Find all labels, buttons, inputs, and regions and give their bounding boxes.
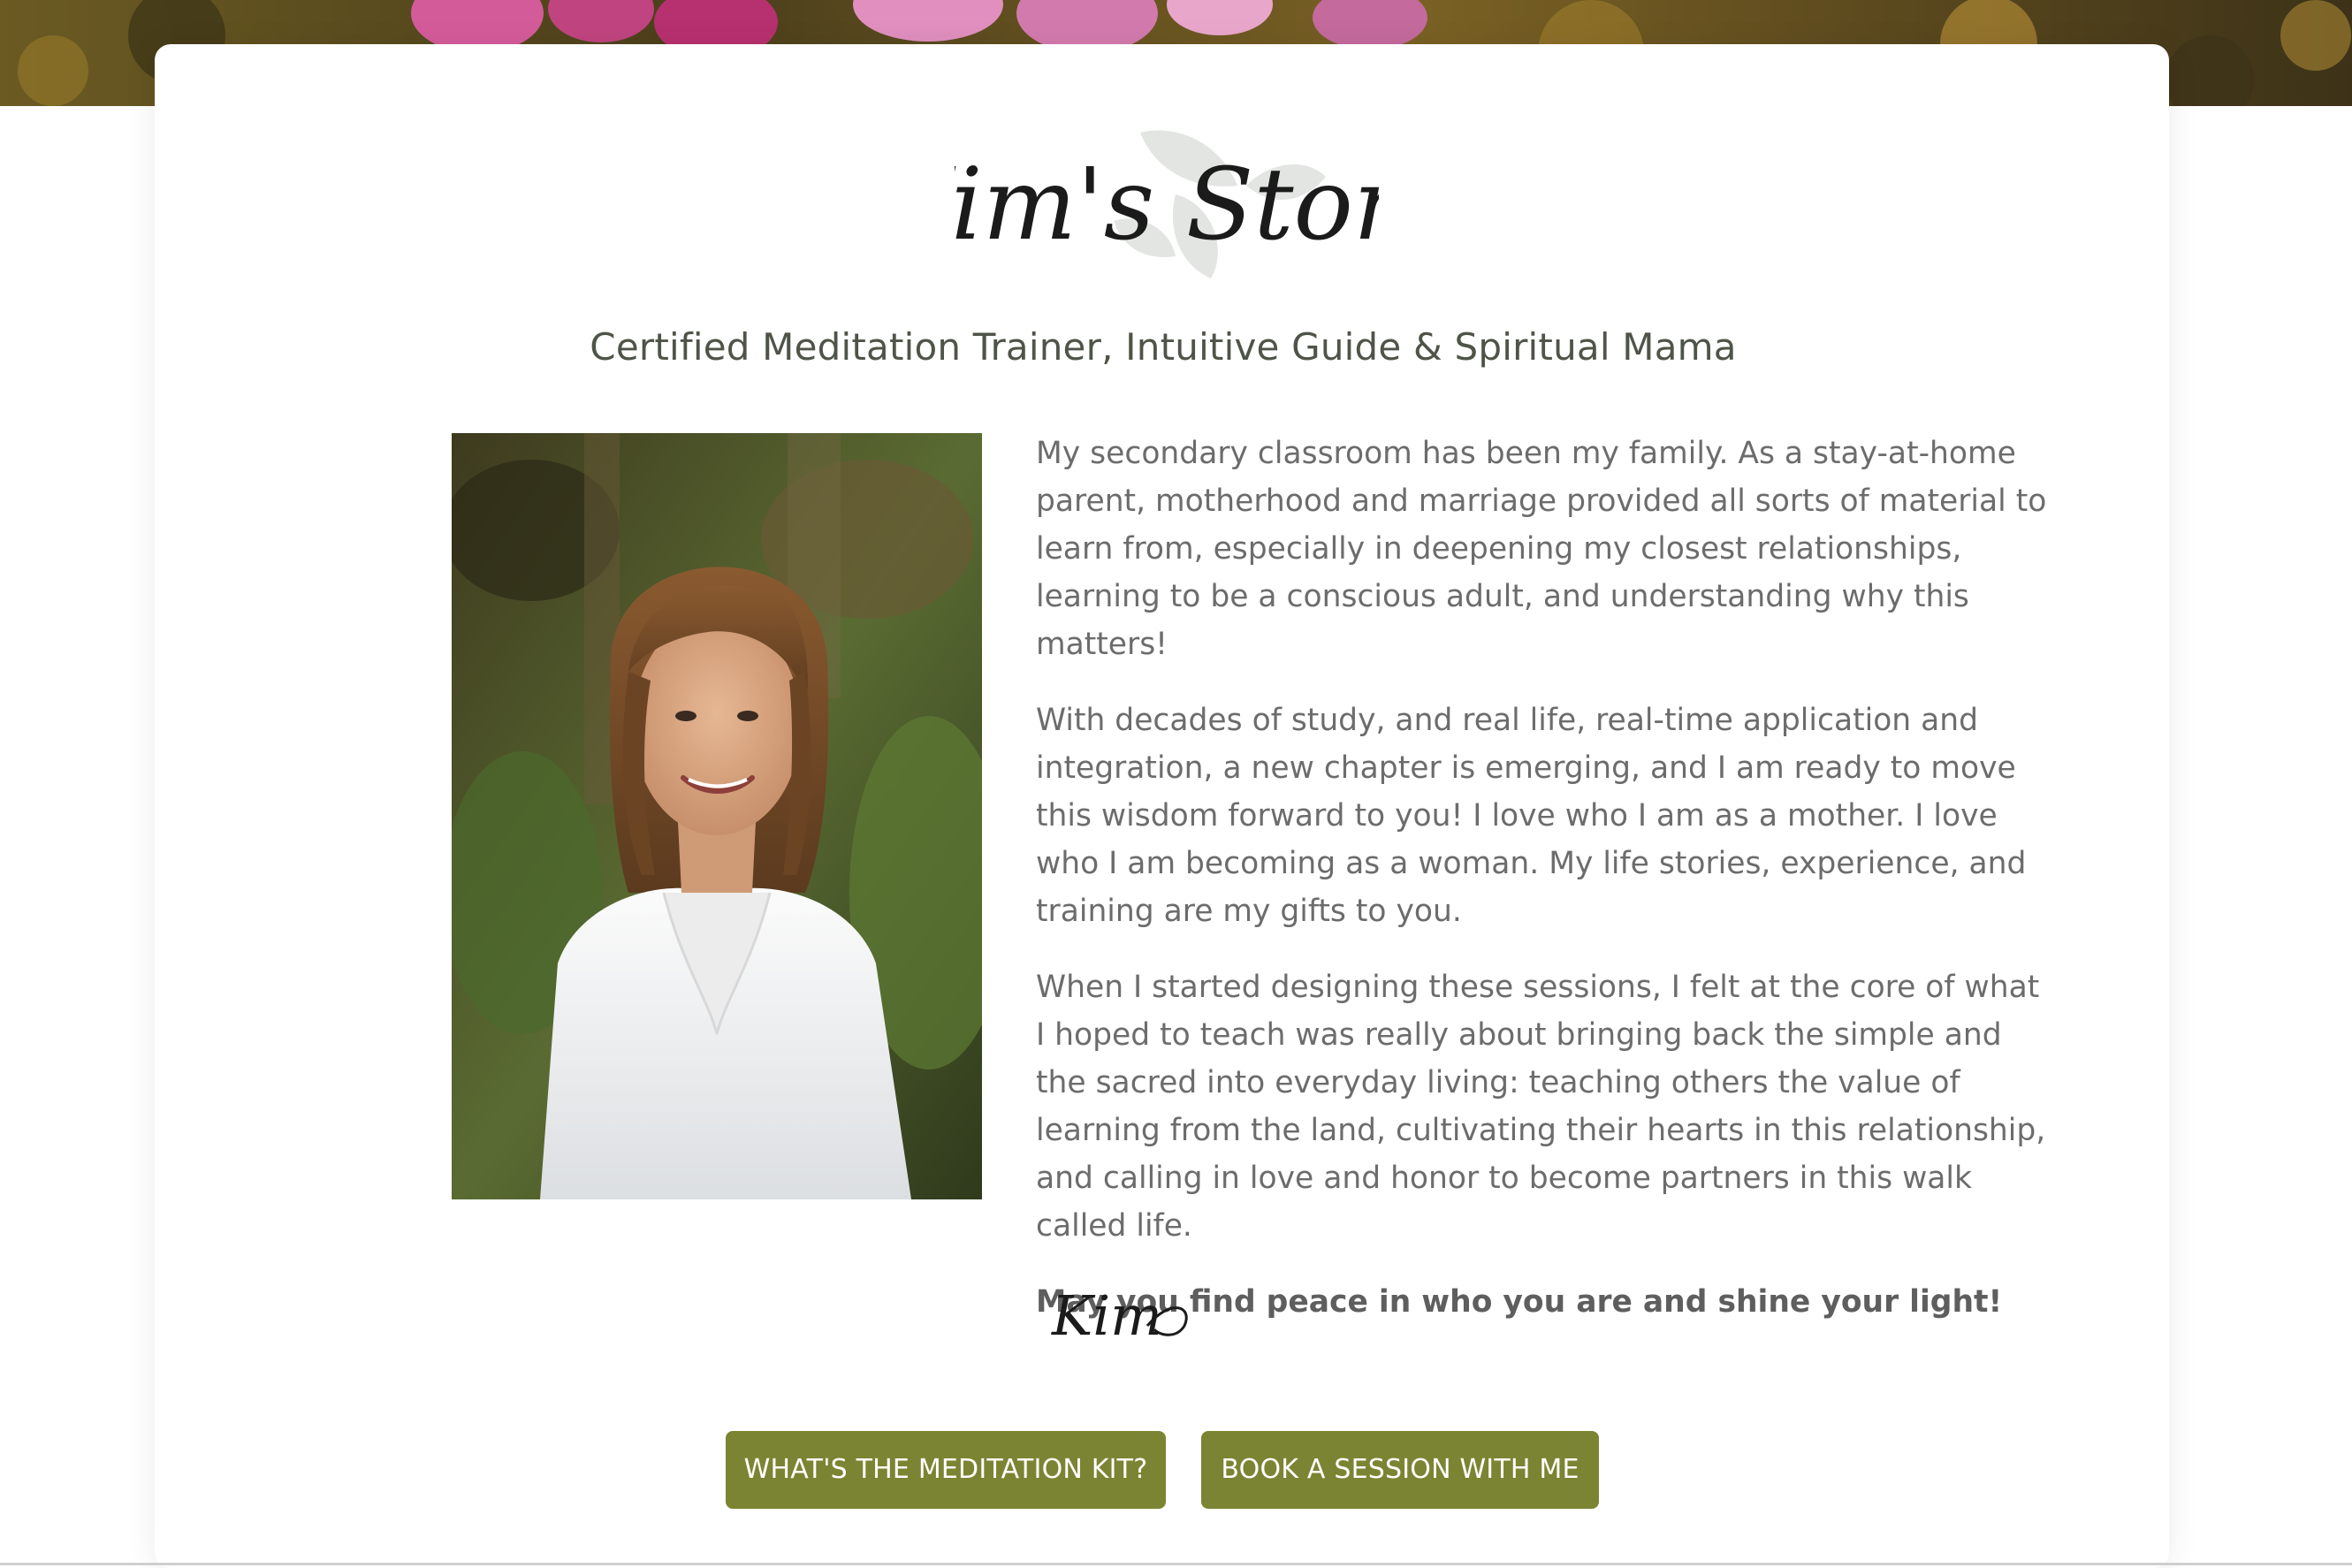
leaf-watermark-icon: Kim's Story bbox=[955, 130, 1379, 278]
book-session-button[interactable]: BOOK A SESSION WITH ME bbox=[1201, 1431, 1599, 1509]
story-text: My secondary classroom has been my famil… bbox=[1036, 430, 2052, 1354]
portrait-photo bbox=[452, 433, 982, 1199]
page: Kim's Story Certified Meditation Trainer… bbox=[0, 0, 2352, 1568]
story-paragraph: My secondary classroom has been my famil… bbox=[1036, 436, 2047, 662]
story-paragraph: When I started designing these sessions,… bbox=[1036, 970, 2046, 1244]
meditation-kit-button[interactable]: WHAT'S THE MEDITATION KIT? bbox=[726, 1431, 1166, 1509]
divider bbox=[0, 1563, 2352, 1565]
signature: Kim bbox=[1043, 1280, 1202, 1359]
svg-text:Kim: Kim bbox=[1051, 1283, 1162, 1348]
page-subtitle: Certified Meditation Trainer, Intuitive … bbox=[590, 325, 1737, 369]
svg-text:Kim's Story: Kim's Story bbox=[955, 148, 1379, 263]
page-title: Kim's Story bbox=[955, 115, 1379, 301]
story-paragraph: With decades of study, and real life, re… bbox=[1036, 703, 2027, 929]
